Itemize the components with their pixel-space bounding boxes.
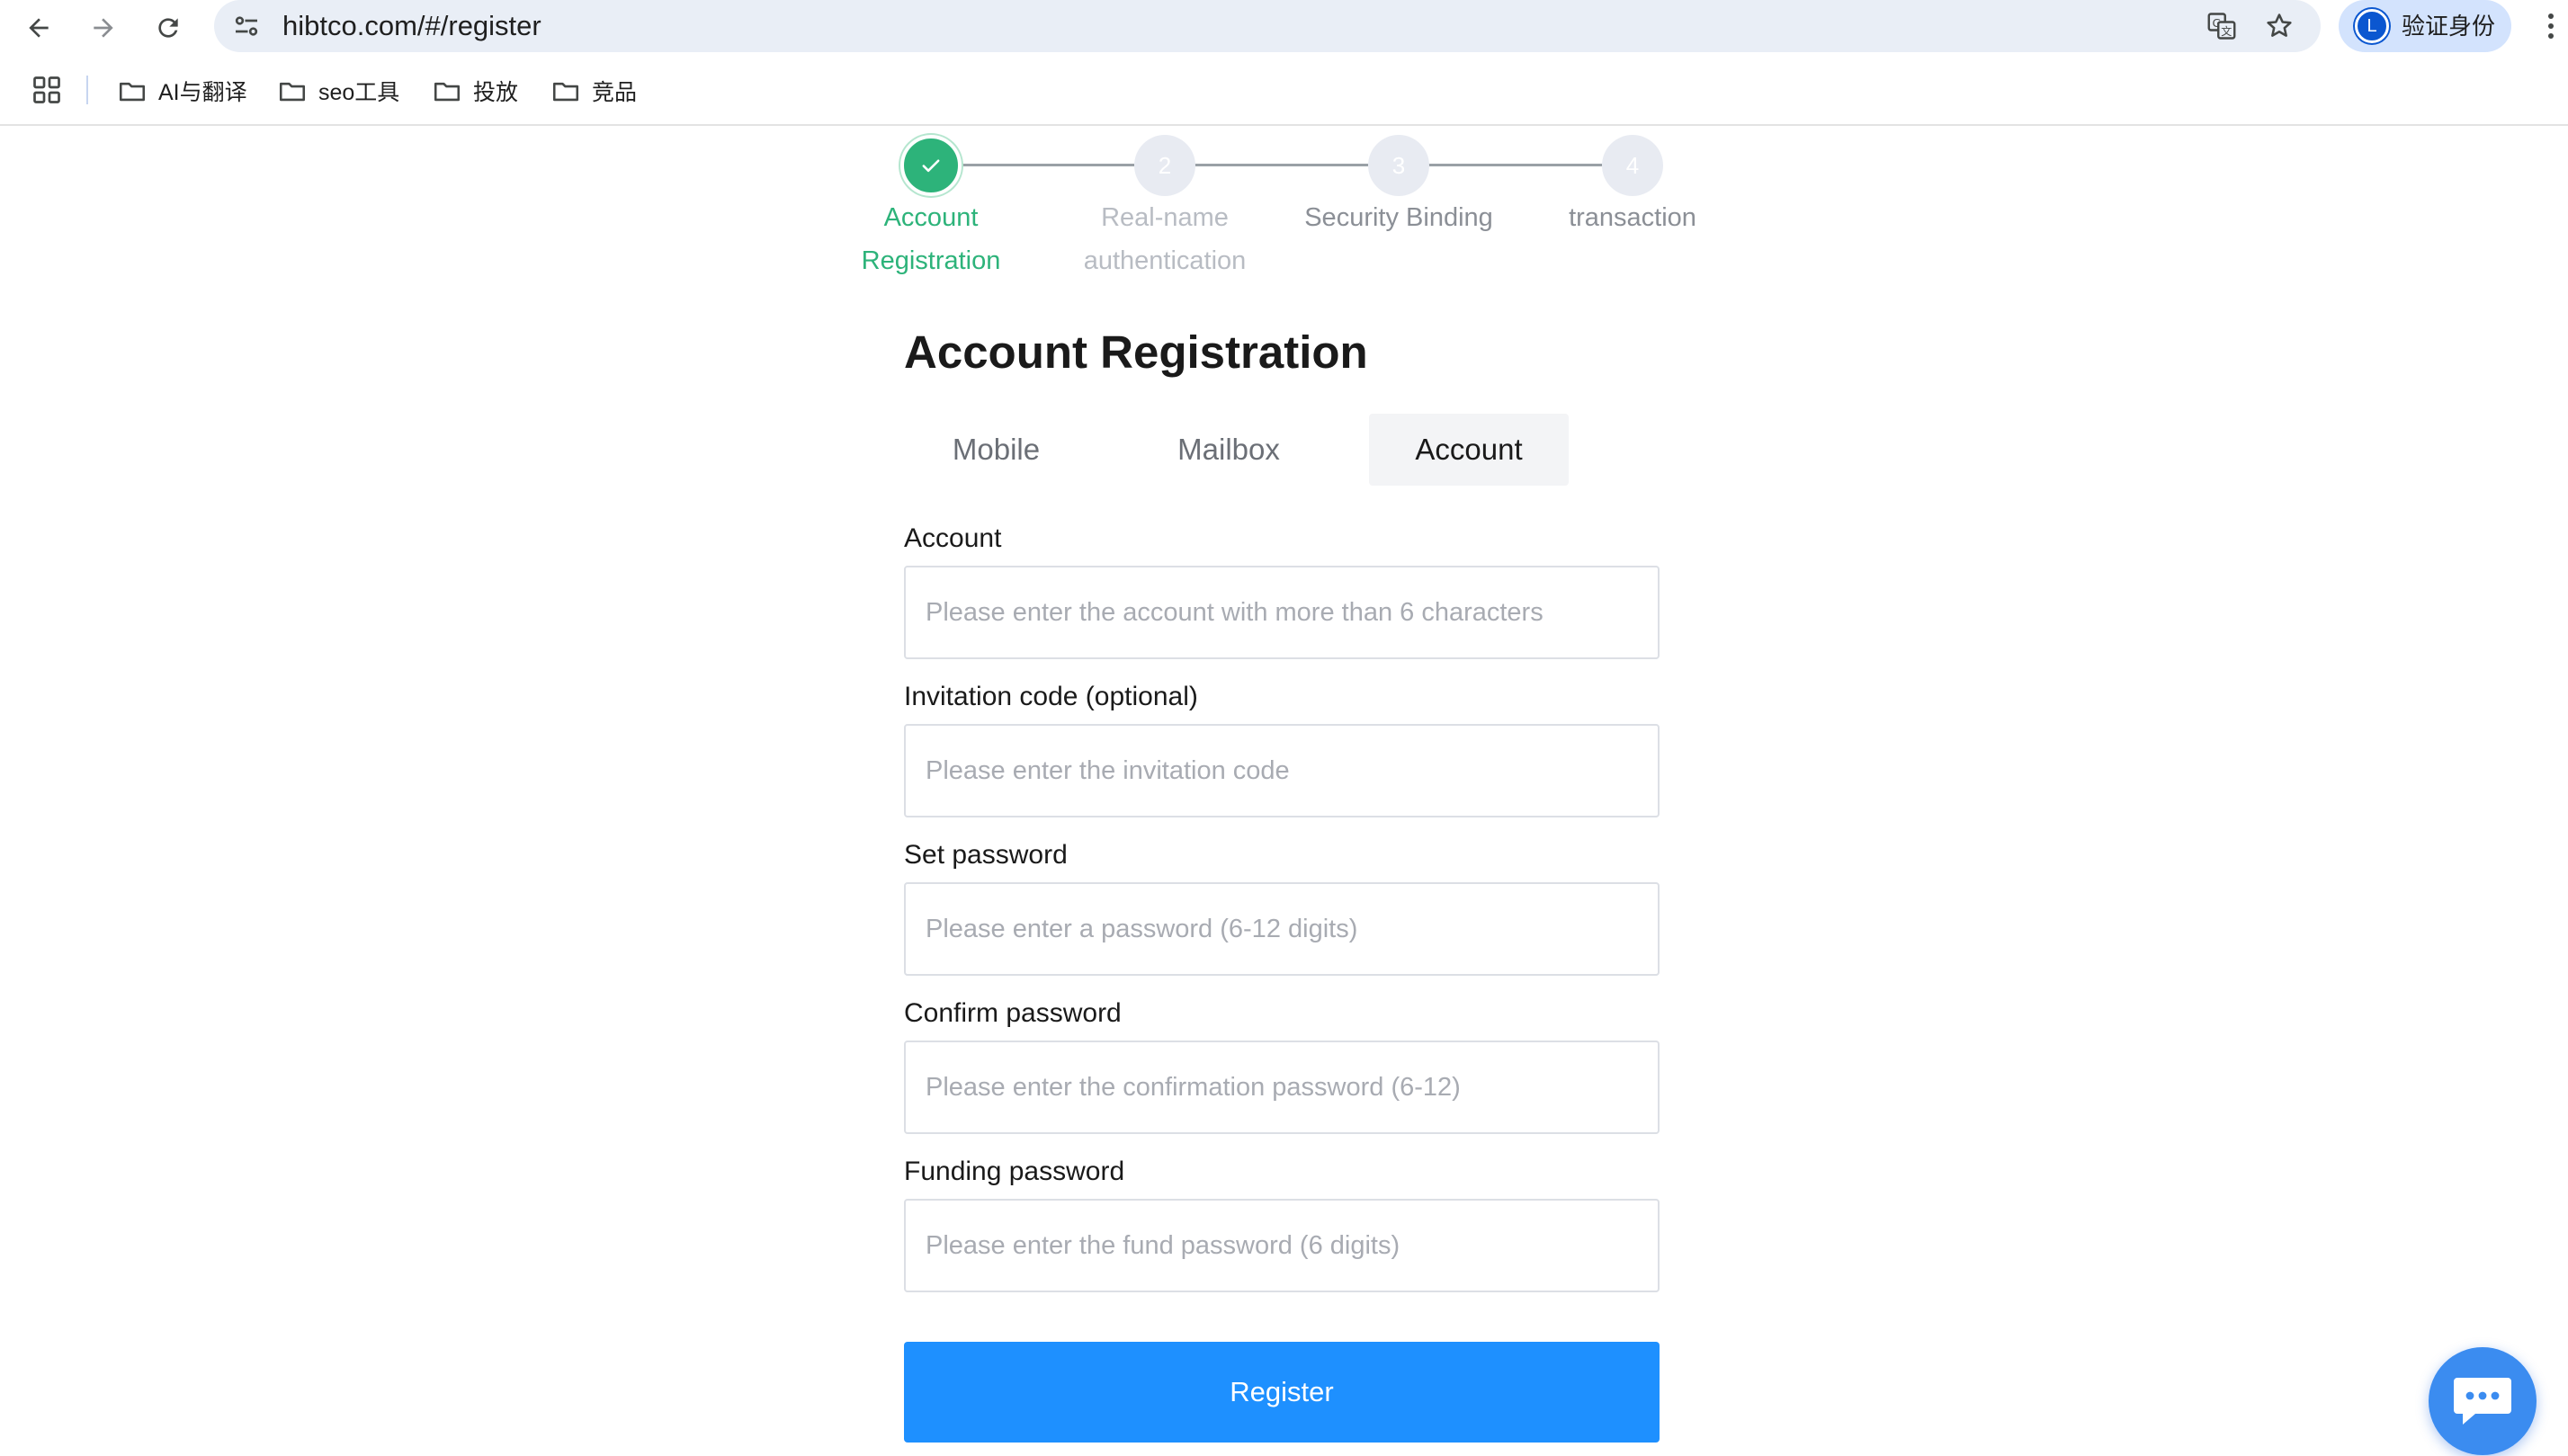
step-1-label-line2: Registration bbox=[861, 246, 1001, 275]
reload-button[interactable] bbox=[148, 7, 189, 49]
folder-icon bbox=[552, 82, 579, 102]
translate-icon: G 文 bbox=[2207, 13, 2236, 40]
translate-button[interactable]: G 文 bbox=[2204, 8, 2240, 44]
bookmark-folder-ads[interactable]: 投放 bbox=[432, 70, 518, 112]
bookmark-label: 竞品 bbox=[592, 80, 638, 105]
svg-text:文: 文 bbox=[2221, 24, 2232, 38]
step-connector bbox=[1194, 164, 1368, 166]
chat-support-button[interactable] bbox=[2429, 1347, 2537, 1455]
account-input[interactable] bbox=[904, 566, 1660, 659]
invitation-code-input[interactable] bbox=[904, 724, 1660, 817]
invitation-code-label: Invitation code (optional) bbox=[904, 682, 1198, 711]
site-settings-icon[interactable] bbox=[230, 10, 263, 42]
forward-arrow-icon bbox=[94, 18, 113, 38]
register-page: Account Registration 2 Real-name authent… bbox=[0, 128, 2568, 1456]
bookmark-folder-ai[interactable]: AI与翻译 bbox=[117, 70, 247, 112]
bookmark-folder-competitors[interactable]: 竞品 bbox=[550, 70, 637, 112]
folder-icon bbox=[434, 82, 461, 102]
tab-account[interactable]: Account bbox=[1369, 414, 1569, 486]
back-button[interactable] bbox=[18, 7, 59, 49]
set-password-input[interactable] bbox=[904, 882, 1660, 976]
step-2-circle: 2 bbox=[1134, 135, 1195, 196]
step-3-label-line1: Security Binding bbox=[1304, 203, 1493, 232]
avatar: L bbox=[2355, 9, 2389, 43]
step-connector bbox=[1427, 164, 1602, 166]
forward-button[interactable] bbox=[83, 7, 124, 49]
bookmark-star-button[interactable] bbox=[2261, 8, 2297, 44]
step-4-circle: 4 bbox=[1602, 135, 1663, 196]
check-icon bbox=[922, 159, 940, 173]
star-icon bbox=[2267, 13, 2292, 37]
page-title: Account Registration bbox=[904, 326, 1368, 378]
tab-mobile[interactable]: Mobile bbox=[904, 414, 1088, 486]
step-1-circle bbox=[900, 135, 962, 196]
step-2-label-line2: authentication bbox=[1083, 246, 1247, 275]
url-text[interactable]: hibtco.com/#/register bbox=[282, 9, 541, 43]
reload-icon bbox=[158, 18, 178, 38]
menu-dot bbox=[2548, 33, 2554, 39]
step-connector bbox=[960, 164, 1134, 166]
tab-mailbox[interactable]: Mailbox bbox=[1129, 414, 1329, 486]
register-button[interactable]: Register bbox=[904, 1342, 1660, 1443]
profile-button[interactable]: L 验证身份 bbox=[2339, 0, 2511, 52]
confirm-password-input[interactable] bbox=[904, 1041, 1660, 1134]
step-3-label: Security Binding bbox=[1273, 196, 1525, 239]
account-label: Account bbox=[904, 523, 1002, 553]
address-bar[interactable]: hibtco.com/#/register G 文 bbox=[214, 0, 2321, 52]
bookmarks-bar: AI与翻译 seo工具 投放 竞品 bbox=[0, 56, 2568, 126]
bookmarks-separator bbox=[86, 76, 88, 104]
step-3-circle: 3 bbox=[1368, 135, 1429, 196]
set-password-label: Set password bbox=[904, 840, 1068, 870]
back-arrow-icon bbox=[29, 18, 49, 38]
apps-grid-icon[interactable] bbox=[31, 74, 63, 106]
bookmark-label: AI与翻译 bbox=[158, 80, 247, 105]
funding-password-label: Funding password bbox=[904, 1157, 1125, 1186]
confirm-password-label: Confirm password bbox=[904, 998, 1122, 1028]
step-1-label: Account Registration bbox=[832, 196, 1030, 282]
menu-dots-icon bbox=[2548, 13, 2554, 19]
step-2-label-line1: Real-name bbox=[1101, 203, 1229, 232]
step-1-label-line1: Account bbox=[883, 203, 979, 232]
bookmark-label: seo工具 bbox=[318, 80, 400, 105]
bookmark-folder-seo[interactable]: seo工具 bbox=[277, 70, 399, 112]
profile-label: 验证身份 bbox=[2402, 13, 2496, 40]
funding-password-input[interactable] bbox=[904, 1199, 1660, 1292]
folder-icon bbox=[279, 82, 306, 102]
browser-toolbar: hibtco.com/#/register G 文 L 验证身份 bbox=[0, 0, 2568, 56]
bookmark-label: 投放 bbox=[473, 80, 519, 105]
step-4-label-line1: transaction bbox=[1569, 203, 1696, 232]
menu-dot bbox=[2548, 23, 2554, 29]
browser-menu-button[interactable] bbox=[2535, 5, 2567, 47]
chat-icon bbox=[2454, 1378, 2511, 1425]
step-2-label: Real-name authentication bbox=[1048, 196, 1282, 282]
step-4-label: transaction bbox=[1525, 196, 1740, 239]
folder-icon bbox=[119, 82, 146, 102]
